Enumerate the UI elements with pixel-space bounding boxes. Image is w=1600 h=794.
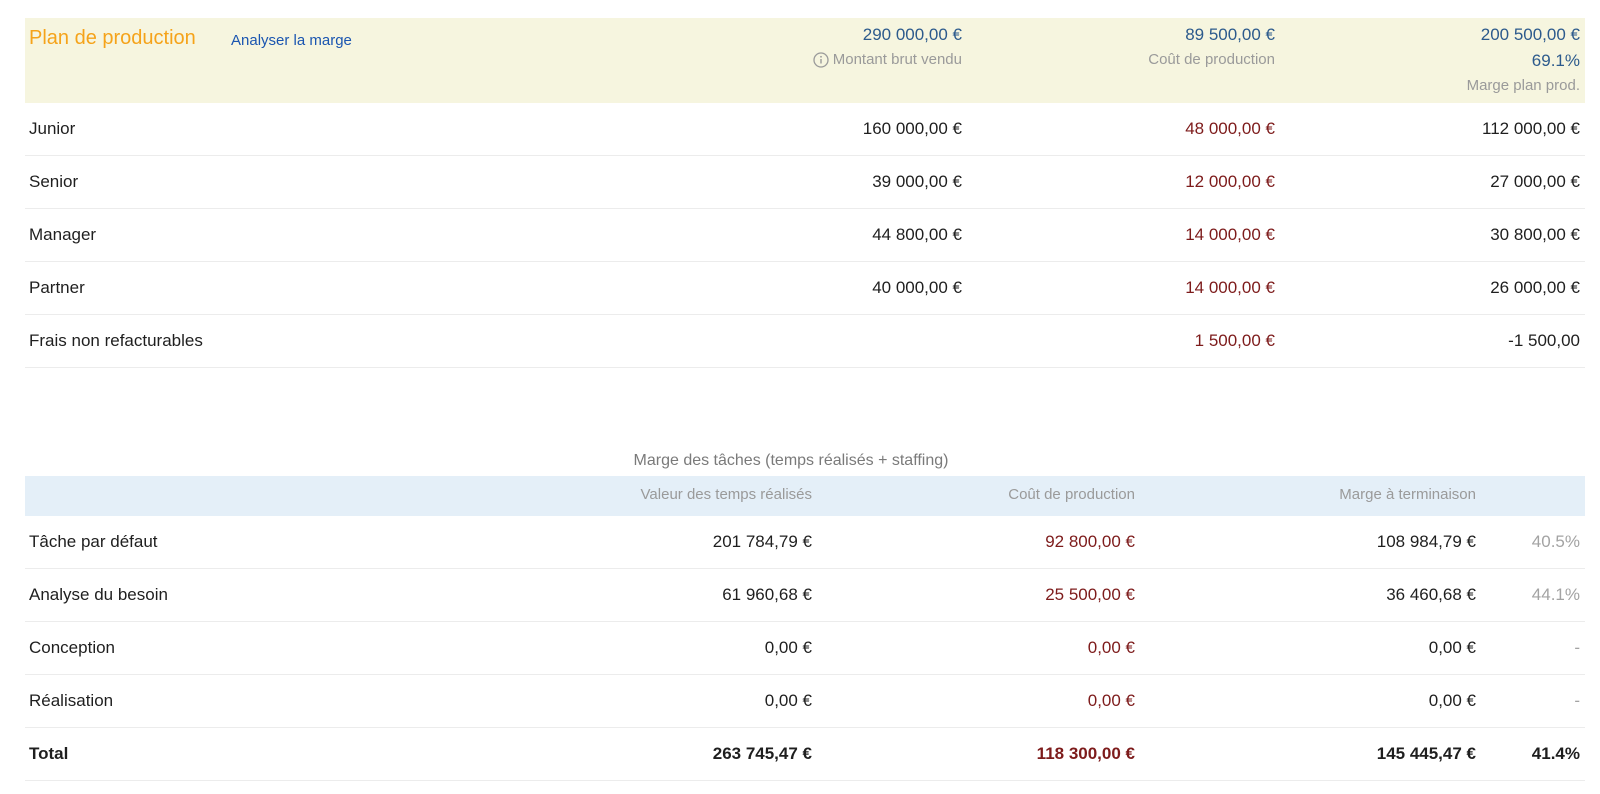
role-name: Partner xyxy=(29,278,85,297)
production-plan-header: Plan de production Analyser la marge 290… xyxy=(25,18,1585,103)
production-plan-section: Plan de production Analyser la marge 290… xyxy=(25,18,1585,368)
production-cost-label: Coût de production xyxy=(1148,51,1275,68)
realized-value: 0,00 € xyxy=(764,638,812,657)
column-header-margin: Marge à terminaison xyxy=(1339,486,1476,503)
margin-percent: - xyxy=(1574,638,1580,657)
gross-amount-label: Montant brut vendu xyxy=(813,50,962,70)
task-production-cost: 25 500,00 € xyxy=(1045,585,1135,604)
task-table-header: Valeur des temps réalisés Coût de produc… xyxy=(25,476,1585,516)
gross-amount-label-text: Montant brut vendu xyxy=(832,51,962,68)
completion-margin: 0,00 € xyxy=(1428,638,1476,657)
table-row: Manager 44 800,00 € 14 000,00 € 30 800,0… xyxy=(25,209,1585,262)
realized-value: 0,00 € xyxy=(764,691,812,710)
role-name: Manager xyxy=(29,225,97,244)
task-margin-title: Marge des tâches (temps réalisés + staff… xyxy=(633,452,949,469)
gross-amount-value: 290 000,00 € xyxy=(862,25,962,44)
info-icon[interactable] xyxy=(813,52,829,68)
plan-margin-label: Marge plan prod. xyxy=(1466,77,1580,94)
completion-margin: 108 984,79 € xyxy=(1376,532,1476,551)
table-row: Frais non refacturables 1 500,00 € -1 50… xyxy=(25,315,1585,368)
total-realized-value: 263 745,47 € xyxy=(712,744,812,763)
table-row: Analyse du besoin 61 960,68 € 25 500,00 … xyxy=(25,569,1585,622)
production-cost: 14 000,00 € xyxy=(1185,225,1275,244)
margin-amount: 112 000,00 € xyxy=(1482,119,1580,138)
task-production-cost: 92 800,00 € xyxy=(1045,532,1135,551)
column-header-value: Valeur des temps réalisés xyxy=(640,486,812,503)
task-name: Tâche par défaut xyxy=(29,532,158,551)
realized-value: 61 960,68 € xyxy=(722,585,812,604)
table-row: Tâche par défaut 201 784,79 € 92 800,00 … xyxy=(25,516,1585,569)
total-margin-percent: 41.4% xyxy=(1531,744,1580,763)
realized-value: 201 784,79 € xyxy=(712,532,812,551)
task-margin-section: Marge des tâches (temps réalisés + staff… xyxy=(25,452,1585,781)
sold-amount: 40 000,00 € xyxy=(872,278,962,297)
sold-amount: 160 000,00 € xyxy=(862,119,962,138)
sold-amount: 39 000,00 € xyxy=(872,172,962,191)
production-cost-value: 89 500,00 € xyxy=(1185,25,1275,44)
role-name: Junior xyxy=(29,119,76,138)
production-cost: 1 500,00 € xyxy=(1194,331,1275,350)
total-label: Total xyxy=(29,744,69,763)
plan-margin-percent: 69.1% xyxy=(1531,51,1580,70)
margin-amount: 30 800,00 € xyxy=(1490,225,1580,244)
plan-margin-summary: 200 500,00 € 69.1% Marge plan prod. xyxy=(1467,25,1580,96)
margin-percent: 44.1% xyxy=(1531,585,1580,604)
margin-amount: 27 000,00 € xyxy=(1490,172,1580,191)
task-production-cost: 0,00 € xyxy=(1087,638,1135,657)
production-cost-summary: 89 500,00 € Coût de production xyxy=(1148,25,1275,70)
table-row: Partner 40 000,00 € 14 000,00 € 26 000,0… xyxy=(25,262,1585,315)
margin-amount: -1 500,00 xyxy=(1508,331,1580,350)
margin-percent: - xyxy=(1574,691,1580,710)
task-production-cost: 0,00 € xyxy=(1087,691,1135,710)
table-row: Conception 0,00 € 0,00 € 0,00 € - xyxy=(25,622,1585,675)
task-name: Analyse du besoin xyxy=(29,585,168,604)
table-row: Réalisation 0,00 € 0,00 € 0,00 € - xyxy=(25,675,1585,728)
total-completion-margin: 145 445,47 € xyxy=(1376,744,1476,763)
column-header-cost: Coût de production xyxy=(1008,486,1135,503)
completion-margin: 36 460,68 € xyxy=(1386,585,1476,604)
plan-margin-value: 200 500,00 € xyxy=(1480,25,1580,44)
sold-amount: 44 800,00 € xyxy=(872,225,962,244)
table-row: Senior 39 000,00 € 12 000,00 € 27 000,00… xyxy=(25,156,1585,209)
table-row: Junior 160 000,00 € 48 000,00 € 112 000,… xyxy=(25,103,1585,156)
task-name: Réalisation xyxy=(29,691,114,710)
analyze-margin-link[interactable]: Analyser la marge xyxy=(231,32,352,49)
role-name: Senior xyxy=(29,172,79,191)
production-cost: 14 000,00 € xyxy=(1185,278,1275,297)
total-production-cost: 118 300,00 € xyxy=(1036,744,1135,763)
completion-margin: 0,00 € xyxy=(1428,691,1476,710)
production-cost: 12 000,00 € xyxy=(1185,172,1275,191)
production-cost: 48 000,00 € xyxy=(1185,119,1275,138)
margin-amount: 26 000,00 € xyxy=(1490,278,1580,297)
margin-percent: 40.5% xyxy=(1531,532,1580,551)
gross-amount-summary: 290 000,00 € Montant brut vendu xyxy=(813,25,962,70)
production-plan-title: Plan de production xyxy=(29,27,196,49)
role-name: Frais non refacturables xyxy=(29,331,203,350)
task-name: Conception xyxy=(29,638,116,657)
total-row: Total 263 745,47 € 118 300,00 € 145 445,… xyxy=(25,728,1585,781)
